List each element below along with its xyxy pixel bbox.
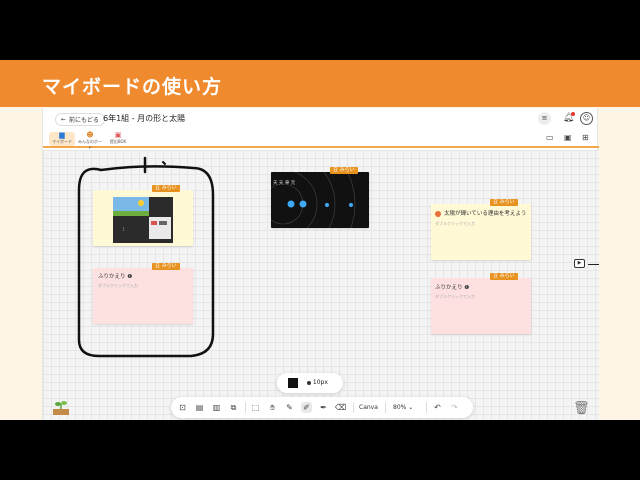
question-card[interactable]: 太陽が輝いている理由を考えよう ダブルクリックで入力 (431, 204, 531, 260)
image-caption: 天 天 華 元 (273, 181, 296, 186)
arrow-left-icon: ← (61, 116, 67, 123)
info-icon: ❶ (125, 274, 133, 280)
divider (426, 402, 427, 413)
video-icon[interactable]: ▭ (546, 133, 554, 142)
card-hint: ダブルクリックで入力 (435, 294, 475, 299)
board-icon: ▆ (59, 131, 65, 139)
hand-icon[interactable]: ✋︎ (267, 402, 278, 413)
app-window: ← 前にもどる 6年1組 - 月の形と太陽 ≡ 🔔︎ ☺ ▆ マイボード ☻ み… (42, 108, 599, 420)
copy-icon[interactable]: ⧉ (228, 402, 239, 413)
card-title: 太陽が輝いている理由を考えよう (435, 209, 526, 217)
banner: マイボードの使い方 (0, 60, 640, 107)
status-dot (435, 210, 441, 217)
image-icon[interactable]: ▣ (564, 133, 572, 142)
author-tag: 豆 みらい (152, 263, 180, 270)
slide: マイボードの使い方 ← 前にもどる 6年1組 - 月の形と太陽 ≡ 🔔︎ ☺ ▆… (0, 60, 640, 420)
connector-line (588, 264, 599, 265)
page-title: 6年1組 - 月の形と太陽 (103, 114, 186, 123)
grid-icon[interactable]: ⊞ (582, 133, 589, 142)
image-card-2[interactable]: 天 天 華 元 (271, 172, 369, 228)
book-icon[interactable]: ▥ (211, 402, 222, 413)
divider (385, 402, 386, 413)
zoom-select[interactable]: 80% ⌄ (393, 404, 413, 411)
app-header: ← 前にもどる 6年1組 - 月の形と太陽 ≡ 🔔︎ ☺ (43, 108, 599, 130)
menu-icon[interactable]: ≡ (538, 112, 551, 125)
info-icon: ❶ (462, 285, 470, 291)
divider (245, 402, 246, 413)
author-tag: 豆 みらい (330, 167, 358, 174)
tab-everyone-board[interactable]: ☻ みんなのボード (77, 131, 103, 151)
chevron-down-icon: ⌄ (406, 404, 414, 411)
trash-icon[interactable]: 🗑︎ (573, 401, 590, 416)
card-image: ⁝ (113, 197, 173, 243)
color-swatch[interactable] (288, 378, 298, 388)
marker-icon[interactable]: ✒ (318, 402, 329, 413)
plant-logo-icon (53, 401, 69, 415)
pencil-icon[interactable]: ✎ (284, 402, 295, 413)
pen-dot-icon (307, 380, 311, 385)
reflection-card-1[interactable]: ふりかえり ❶ ダブルクリックで入力 (93, 268, 193, 324)
card-hint: ダブルクリックで入力 (435, 221, 475, 226)
people-icon: ☻ (86, 131, 94, 139)
add-sticky-icon[interactable]: ⊡ (177, 402, 188, 413)
text-card-icon[interactable]: ▤ (194, 402, 205, 413)
undo-icon[interactable]: ↶ (432, 402, 443, 413)
pen-icon[interactable]: ✐ (301, 402, 312, 413)
card-hint: ダブルクリックで入力 (98, 283, 138, 288)
author-tag: 豆 みらい (490, 273, 518, 280)
canva-button[interactable]: Canva (359, 404, 378, 411)
select-icon[interactable]: ⬚ (250, 402, 261, 413)
user-icon[interactable]: ☺ (580, 112, 593, 125)
box-icon: ▣ (114, 131, 122, 139)
back-label: 前にもどる (69, 117, 99, 124)
tab-label: マイボード (52, 139, 72, 144)
pen-size: 10px (307, 379, 328, 386)
bottom-toolbar: ⊡ ▤ ▥ ⧉ ⬚ ✋︎ ✎ ✐ ✒ ⌫ Canva 80% ⌄ ↶ ↷ (171, 397, 473, 418)
reflection-card-2[interactable]: ふりかえり ❶ ダブルクリックで入力 (431, 278, 531, 334)
pen-settings[interactable]: 10px (277, 373, 343, 393)
card-title: ふりかえり ❶ (98, 274, 133, 280)
author-tag: 豆 みらい (152, 185, 180, 192)
board-toolbar: ▆ マイボード ☻ みんなのボード ▣ 提出BOX ▭ ▣ ⊞ (43, 130, 599, 151)
board-canvas[interactable]: ⁝ 豆 みらい ふりかえり ❶ ダブルクリックで入力 豆 みらい 天 天 華 元… (43, 150, 599, 420)
card-title: ふりかえり ❶ (435, 285, 470, 291)
tab-label: みんなのボード (78, 139, 102, 150)
tab-submit-box[interactable]: ▣ 提出BOX (105, 132, 131, 146)
author-tag: 豆 みらい (490, 199, 518, 206)
banner-title: マイボードの使い方 (42, 76, 223, 98)
back-button[interactable]: ← 前にもどる (55, 113, 105, 126)
tab-my-board[interactable]: ▆ マイボード (49, 132, 75, 146)
tab-label: 提出BOX (109, 139, 127, 144)
notification-dot (571, 112, 575, 116)
eraser-icon[interactable]: ⌫ (335, 402, 346, 413)
divider (353, 402, 354, 413)
play-icon[interactable]: ▶ (574, 259, 585, 268)
redo-icon[interactable]: ↷ (449, 402, 460, 413)
image-card-1[interactable]: ⁝ (93, 190, 193, 246)
